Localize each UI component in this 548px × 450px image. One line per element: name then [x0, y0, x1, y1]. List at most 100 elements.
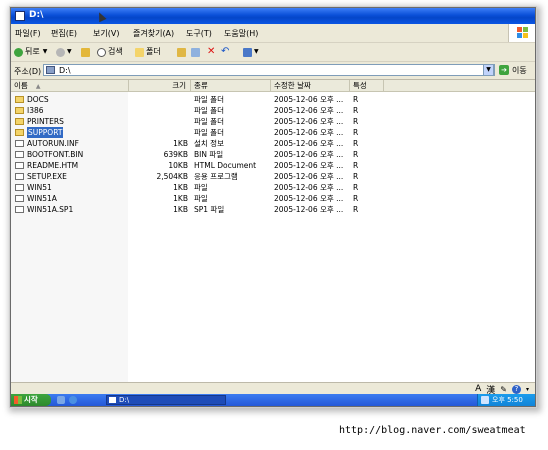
file-row[interactable]: DOCS 파일 폴더 2005-12-06 오후 ... R	[11, 94, 535, 105]
file-name: SETUP.EXE	[27, 172, 67, 181]
taskbar-window-button[interactable]: D:\	[106, 395, 226, 405]
copy-to-button[interactable]	[191, 46, 202, 58]
file-modified: 2005-12-06 오후 ...	[274, 150, 344, 159]
file-type: 파일	[194, 194, 208, 203]
copy-to-icon	[191, 47, 200, 57]
file-attributes: R	[353, 139, 359, 148]
delete-icon: ✕	[207, 46, 216, 57]
folder-up-icon	[81, 47, 90, 57]
folders-icon	[135, 47, 144, 57]
column-header-modified[interactable]: 수정한 날짜	[271, 80, 350, 91]
column-header-attributes[interactable]: 특성	[350, 80, 384, 91]
undo-button[interactable]: ↶	[221, 46, 229, 58]
toolbar: 뒤로 ▼ ▼ 검색 폴더 ✕ ↶ ▼	[11, 43, 535, 62]
file-type: 파일	[194, 183, 208, 192]
address-bar: 주소(D) D:\ ▼ ➔ 이동	[11, 62, 535, 80]
column-header-name[interactable]: 이름 ▲	[11, 80, 129, 91]
file-row[interactable]: WIN51 1KB 파일 2005-12-06 오후 ... R	[11, 182, 535, 193]
title-bar[interactable]: D:\	[11, 8, 535, 24]
views-icon	[243, 47, 252, 57]
file-row[interactable]: PRINTERS 파일 폴더 2005-12-06 오후 ... R	[11, 116, 535, 127]
file-row[interactable]: WIN51A.SP1 1KB SP1 파일 2005-12-06 오후 ... R	[11, 204, 535, 215]
search-button[interactable]: 검색	[97, 46, 123, 58]
file-name: DOCS	[27, 95, 49, 104]
file-modified: 2005-12-06 오후 ...	[274, 106, 344, 115]
file-modified: 2005-12-06 오후 ...	[274, 128, 344, 137]
menu-help[interactable]: 도움말(H)	[224, 28, 258, 39]
menu-view[interactable]: 보기(V)	[93, 28, 119, 39]
folder-icon	[15, 129, 24, 136]
file-type: SP1 파일	[194, 205, 225, 214]
go-arrow-icon: ➔	[499, 65, 509, 75]
menu-file[interactable]: 파일(F)	[15, 28, 41, 39]
search-label: 검색	[108, 47, 123, 56]
file-attributes: R	[353, 106, 359, 115]
start-button[interactable]: 시작	[11, 394, 51, 406]
drive-icon	[46, 66, 55, 74]
file-row[interactable]: SETUP.EXE 2,504KB 응용 프로그램 2005-12-06 오후 ...…	[11, 171, 535, 182]
up-button[interactable]	[81, 46, 92, 58]
file-name: README.HTM	[27, 161, 79, 170]
forward-arrow-icon	[56, 47, 65, 57]
ime-mode-indicator[interactable]: A	[475, 384, 481, 394]
menu-tools[interactable]: 도구(T)	[186, 28, 212, 39]
address-dropdown-button[interactable]: ▼	[483, 64, 494, 76]
folder-icon	[109, 397, 116, 403]
file-name: PRINTERS	[27, 117, 64, 126]
file-row[interactable]: SUPPORT 파일 폴더 2005-12-06 오후 ... R	[11, 127, 535, 138]
folder-icon	[15, 96, 24, 103]
file-attributes: R	[353, 128, 359, 137]
windows-logo-icon	[508, 24, 535, 42]
menu-edit[interactable]: 편집(E)	[51, 28, 77, 39]
folders-label: 폴더	[146, 47, 161, 56]
file-row[interactable]: I386 파일 폴더 2005-12-06 오후 ... R	[11, 105, 535, 116]
show-desktop-icon[interactable]	[57, 396, 65, 404]
folders-button[interactable]: 폴더	[135, 46, 161, 58]
folder-icon	[15, 11, 25, 21]
search-icon	[97, 47, 106, 57]
file-size: 1KB	[173, 183, 188, 192]
chevron-down-icon: ▼	[254, 48, 259, 55]
file-row[interactable]: README.HTM 10KB HTML Document 2005-12-06 오후…	[11, 160, 535, 171]
window-title: D:\	[29, 10, 44, 20]
move-to-icon	[177, 47, 186, 57]
chevron-down-icon: ▼	[67, 48, 72, 55]
help-icon[interactable]: ?	[511, 384, 521, 394]
file-row[interactable]: AUTORUN.INF 1KB 설치 정보 2005-12-06 오후 ... R	[11, 138, 535, 149]
file-name: WIN51A	[27, 194, 57, 203]
back-button[interactable]: 뒤로 ▼	[14, 46, 47, 58]
file-modified: 2005-12-06 오후 ...	[274, 183, 344, 192]
move-to-button[interactable]	[177, 46, 188, 58]
chevron-down-icon: ▼	[42, 48, 48, 55]
file-type: 설치 정보	[194, 139, 224, 148]
column-type-label: 종류	[194, 81, 208, 90]
views-button[interactable]: ▼	[243, 46, 259, 58]
file-name: I386	[27, 106, 44, 115]
file-row[interactable]: WIN51A 1KB 파일 2005-12-06 오후 ... R	[11, 193, 535, 204]
file-icon	[15, 184, 24, 191]
file-icon	[15, 195, 24, 202]
address-input[interactable]: D:\	[43, 64, 495, 76]
file-attributes: R	[353, 172, 359, 181]
file-attributes: R	[353, 117, 359, 126]
column-header-type[interactable]: 종류	[191, 80, 271, 91]
menu-favorites[interactable]: 즐겨찾기(A)	[133, 28, 174, 39]
file-row[interactable]: BOOTFONT.BIN 639KB BIN 파일 2005-12-06 오후 ...…	[11, 149, 535, 160]
file-type: HTML Document	[194, 161, 257, 170]
file-size: 1KB	[173, 205, 188, 214]
ime-tool-icon[interactable]: ✎	[500, 385, 507, 394]
go-label: 이동	[512, 65, 527, 75]
file-modified: 2005-12-06 오후 ...	[274, 205, 344, 214]
address-value: D:\	[59, 66, 71, 75]
delete-button[interactable]: ✕	[207, 46, 215, 58]
internet-explorer-icon[interactable]	[69, 396, 77, 404]
column-header-size[interactable]: 크기	[129, 80, 191, 91]
network-icon[interactable]	[481, 396, 489, 404]
go-button[interactable]: ➔ 이동	[499, 64, 527, 76]
file-name: SUPPORT	[27, 127, 64, 138]
windows-flag-icon	[14, 396, 22, 404]
file-type: 파일 폴더	[194, 95, 224, 104]
forward-button[interactable]: ▼	[56, 46, 72, 58]
file-icon	[15, 140, 24, 147]
ime-options-icon[interactable]: ▾	[526, 386, 529, 393]
